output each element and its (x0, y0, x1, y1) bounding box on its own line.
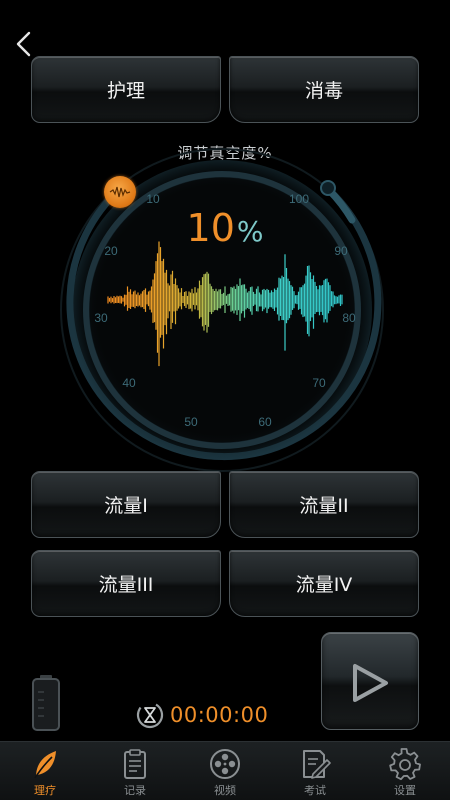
tab-label: 记录 (124, 784, 146, 797)
tick-label: 100 (288, 192, 310, 206)
back-button[interactable] (10, 28, 38, 60)
leaf-icon (34, 751, 56, 779)
waveform-graphic (107, 241, 343, 367)
tab-label: 理疗 (34, 784, 56, 797)
flow-3-button[interactable]: 流量III (31, 550, 221, 617)
gauge-end-dot (320, 180, 336, 196)
disinfect-button[interactable]: 消毒 (229, 56, 419, 123)
play-icon (353, 664, 388, 702)
flow-2-button[interactable]: 流量II (229, 471, 419, 538)
exam-pencil-icon (303, 750, 331, 779)
tab-label: 考试 (304, 784, 326, 797)
tab-label: 视频 (214, 784, 236, 797)
clipboard-icon (124, 749, 146, 779)
tab-video[interactable]: 视频 (180, 742, 270, 800)
care-button[interactable]: 护理 (31, 56, 221, 123)
film-reel-icon (210, 749, 240, 779)
tick-label: 10 (146, 192, 160, 206)
play-button[interactable] (321, 632, 419, 730)
tick-label: 60 (258, 415, 272, 429)
timer-value: 00:00:00 (170, 703, 269, 727)
gear-icon (389, 748, 421, 781)
tab-exam[interactable]: 考试 (270, 742, 360, 800)
tick-label: 80 (342, 311, 356, 325)
vacuum-value-number: 10 (186, 206, 235, 250)
tick-label: 50 (184, 415, 198, 429)
tick-label: 40 (122, 376, 136, 390)
tab-records[interactable]: 记录 (90, 742, 180, 800)
vacuum-value-unit: % (236, 215, 264, 248)
flow-4-button[interactable]: 流量IV (229, 550, 419, 617)
gauge-slider-knob[interactable] (104, 176, 136, 208)
battery-icon (32, 675, 60, 731)
timer: 00:00:00 (136, 700, 268, 730)
waveform-knob-icon (109, 186, 131, 198)
tab-settings[interactable]: 设置 (360, 742, 450, 800)
chevron-left-icon (16, 31, 31, 57)
vacuum-value: 10% (150, 206, 300, 250)
tick-label: 20 (104, 244, 118, 258)
tick-label: 90 (334, 244, 348, 258)
hourglass-icon (136, 701, 164, 729)
tick-label: 70 (312, 376, 326, 390)
tick-label: 30 (94, 311, 108, 325)
flow-1-button[interactable]: 流量I (31, 471, 221, 538)
tab-label: 设置 (394, 784, 416, 797)
bottom-tab-bar: 理疗 记录 视频 考试 设置 (0, 741, 450, 800)
gauge-title: 调节真空度% (177, 144, 273, 162)
tab-therapy[interactable]: 理疗 (0, 742, 90, 800)
